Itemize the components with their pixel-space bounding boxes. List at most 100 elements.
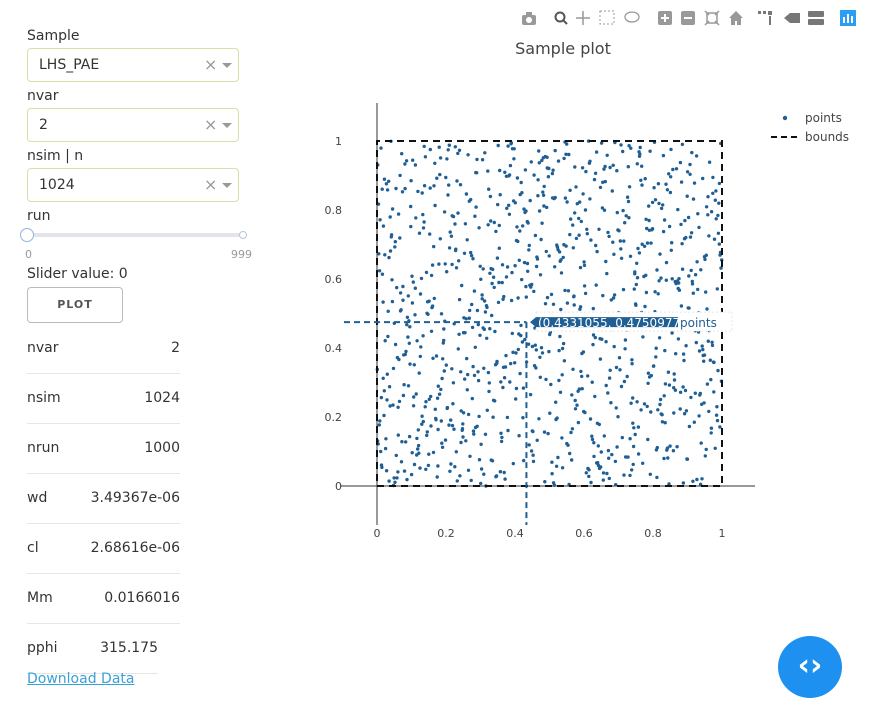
- scatter-point[interactable]: [545, 295, 550, 300]
- scatter-point[interactable]: [697, 414, 701, 418]
- scatter-point[interactable]: [447, 143, 451, 147]
- scatter-point[interactable]: [524, 295, 528, 299]
- scatter-point[interactable]: [424, 467, 428, 471]
- scatter-point[interactable]: [384, 437, 388, 441]
- scatter-point[interactable]: [716, 231, 721, 235]
- scatter-point[interactable]: [709, 426, 714, 430]
- scatter-point[interactable]: [696, 287, 700, 292]
- scatter-point[interactable]: [605, 153, 609, 157]
- scatter-point[interactable]: [422, 220, 426, 224]
- scatter-point[interactable]: [593, 171, 598, 175]
- scatter-point[interactable]: [646, 437, 650, 442]
- scatter-point[interactable]: [690, 282, 695, 286]
- scatter-point[interactable]: [413, 163, 418, 167]
- scatter-point[interactable]: [687, 424, 692, 429]
- scatter-point[interactable]: [418, 466, 422, 470]
- scatter-point[interactable]: [694, 154, 699, 158]
- scatter-point[interactable]: [383, 446, 388, 451]
- scatter-point[interactable]: [506, 144, 510, 148]
- camera-icon[interactable]: [522, 12, 536, 25]
- scatter-point[interactable]: [538, 375, 542, 379]
- plotly-logo-icon[interactable]: [840, 10, 856, 26]
- scatter-point[interactable]: [485, 336, 489, 340]
- scatter-point[interactable]: [628, 473, 632, 478]
- scatter-point[interactable]: [415, 436, 419, 441]
- scatter-point[interactable]: [614, 406, 618, 410]
- scatter-point[interactable]: [569, 430, 573, 435]
- scatter-point[interactable]: [513, 201, 517, 205]
- scatter-point[interactable]: [710, 343, 715, 348]
- scatter-point[interactable]: [387, 255, 391, 260]
- scatter-point[interactable]: [553, 265, 557, 269]
- scatter-point[interactable]: [678, 390, 683, 394]
- scatter-point[interactable]: [660, 413, 664, 417]
- scatter-point[interactable]: [541, 190, 545, 194]
- scatter-point[interactable]: [669, 175, 673, 179]
- scatter-point[interactable]: [656, 182, 661, 186]
- scatter-point[interactable]: [656, 408, 660, 412]
- scatter-point[interactable]: [684, 409, 689, 413]
- scatter-point[interactable]: [561, 255, 565, 260]
- scatter-point[interactable]: [562, 359, 567, 363]
- scatter-point[interactable]: [597, 422, 601, 427]
- scatter-point[interactable]: [427, 299, 431, 303]
- scatter-point[interactable]: [448, 469, 452, 473]
- scatter-point[interactable]: [608, 165, 612, 170]
- scatter-point[interactable]: [386, 334, 390, 339]
- scatter-point[interactable]: [681, 481, 686, 485]
- scatter-point[interactable]: [416, 189, 420, 194]
- scatter-point[interactable]: [385, 188, 390, 192]
- scatter-point[interactable]: [545, 205, 549, 210]
- scatter-point[interactable]: [409, 179, 413, 183]
- scatter-point[interactable]: [464, 192, 469, 196]
- scatter-point[interactable]: [563, 288, 567, 293]
- scatter-point[interactable]: [418, 354, 422, 359]
- box-select-icon[interactable]: [599, 10, 615, 25]
- scatter-point[interactable]: [626, 199, 631, 204]
- scatter-point[interactable]: [713, 198, 717, 202]
- scatter-point[interactable]: [571, 223, 575, 227]
- scatter-point[interactable]: [556, 159, 561, 163]
- scatter-point[interactable]: [429, 394, 433, 399]
- scatter-point[interactable]: [635, 162, 639, 166]
- scatter-point[interactable]: [553, 195, 557, 200]
- scatter-point[interactable]: [453, 465, 457, 469]
- scatter-point[interactable]: [470, 325, 475, 330]
- scatter-point[interactable]: [577, 387, 581, 391]
- scatter-point[interactable]: [653, 198, 658, 202]
- scatter-point[interactable]: [552, 483, 557, 487]
- scatter-point[interactable]: [663, 348, 667, 353]
- scatter-point[interactable]: [579, 369, 583, 374]
- sample-dropdown[interactable]: LHS_PAE ×: [27, 48, 239, 82]
- scatter-point[interactable]: [401, 298, 405, 302]
- scatter-point[interactable]: [434, 354, 439, 358]
- scatter-point[interactable]: [468, 454, 472, 458]
- scatter-point[interactable]: [393, 480, 397, 484]
- scatter-point[interactable]: [615, 210, 619, 215]
- scatter-point[interactable]: [709, 210, 714, 214]
- scatter-point[interactable]: [593, 335, 597, 340]
- scatter-point[interactable]: [449, 418, 453, 422]
- scatter-point[interactable]: [406, 294, 410, 298]
- scatter-point[interactable]: [387, 385, 392, 389]
- scatter-point[interactable]: [657, 336, 662, 340]
- scatter-point[interactable]: [525, 261, 530, 266]
- scatter-point[interactable]: [455, 179, 459, 183]
- scatter-point[interactable]: [515, 176, 520, 180]
- scatter-point[interactable]: [530, 282, 534, 287]
- scatter-point[interactable]: [582, 260, 586, 264]
- scatter-point[interactable]: [585, 227, 589, 231]
- scatter-point[interactable]: [499, 439, 504, 444]
- scatter-point[interactable]: [671, 167, 675, 172]
- scatter-point[interactable]: [657, 201, 661, 206]
- scatter-point[interactable]: [674, 167, 679, 171]
- scatter-point[interactable]: [396, 212, 401, 216]
- run-slider-handle[interactable]: [20, 228, 34, 242]
- scatter-point[interactable]: [513, 264, 517, 268]
- scatter-point[interactable]: [631, 421, 635, 425]
- scatter-point[interactable]: [537, 209, 542, 213]
- scatter-point[interactable]: [629, 146, 633, 150]
- scatter-point[interactable]: [706, 213, 710, 217]
- sample-plot[interactable]: Sample plot 0 0.2 0.4 0.6 0.8 1 0 0.2 0.4 0.6 0.8 1…: [300, 30, 860, 590]
- scatter-point[interactable]: [588, 159, 592, 163]
